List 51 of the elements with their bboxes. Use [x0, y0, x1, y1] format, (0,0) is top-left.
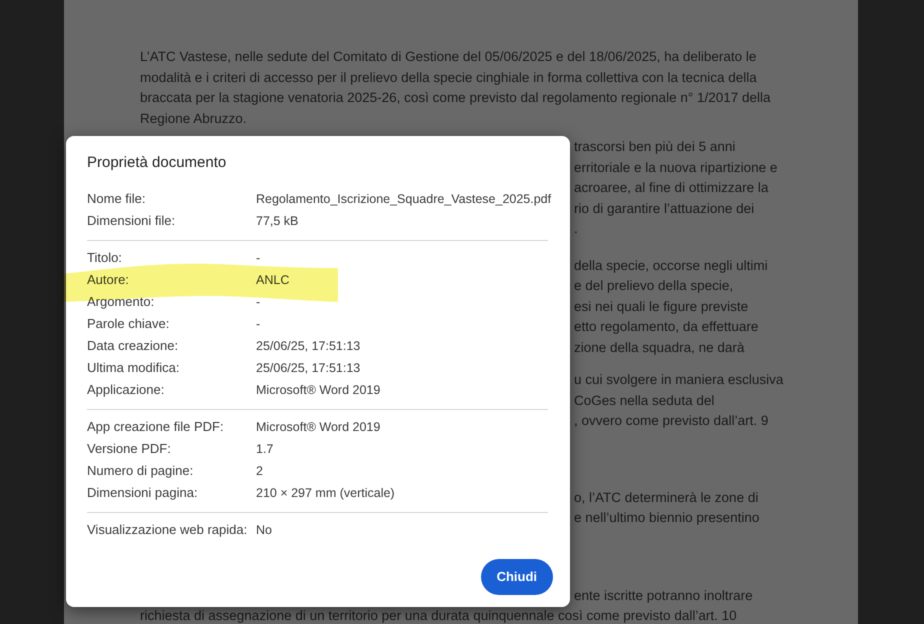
- property-label: Versione PDF:: [87, 440, 172, 458]
- document-text-line: acroaree, al fine di ottimizzare la: [574, 180, 768, 195]
- property-value: 25/06/25, 17:51:13: [256, 360, 360, 377]
- document-text-line: erritoriale e la nuova ripartizione e: [574, 160, 778, 174]
- document-text-line: .: [574, 221, 578, 236]
- document-text-line: L’ATC Vastese, nelle sedute del Comitato di Gestione del 05/06/2025 e del 18/06/2025, ha deliberato le: [140, 49, 756, 64]
- property-label: Argomento:: [87, 293, 156, 312]
- property-label: Ultima modifica:: [87, 359, 180, 378]
- property-value: 210 × 297 mm (verticale): [256, 484, 395, 502]
- property-label: Applicazione:: [87, 381, 166, 400]
- document-text-line: Regione Abruzzo.: [140, 110, 247, 126]
- property-label: Titolo:: [87, 249, 123, 268]
- document-text-line: o, l’ATC determinerà le zone di: [574, 490, 758, 504]
- property-label: App creazione file PDF:: [87, 418, 225, 436]
- close-button[interactable]: Chiudi: [480, 559, 553, 595]
- document-text-line: richiesta di assegnazione di un territorio per una durata quinquennale così come previsto dall’art. 10: [140, 608, 737, 623]
- property-value: 2: [256, 462, 263, 480]
- document-text-line: zione della squadra, ne darà: [574, 340, 744, 354]
- property-value: Regolamento_Iscrizione_Squadre_Vastese_2025.pdf: [256, 190, 552, 208]
- document-text-line: , ovvero come previsto dall’art. 9: [574, 413, 768, 428]
- document-text-line: della specie, occorse negli ultimi: [574, 258, 768, 272]
- document-text-line: rio di garantire l’attuazione dei: [574, 200, 754, 216]
- document-text-line: etto regolamento, da effettuare: [574, 319, 758, 334]
- document-text-line: CoGes nella seduta del: [574, 392, 714, 408]
- property-label: Data creazione:: [87, 337, 180, 356]
- property-label: Autore:: [87, 271, 130, 290]
- document-text-line: ente iscritte potranno inoltrare: [574, 588, 753, 602]
- property-value: ANLC: [256, 272, 290, 289]
- property-value: 25/06/25, 17:51:13: [256, 338, 360, 355]
- property-value: 77,5 kB: [256, 212, 298, 230]
- property-value: Microsoft® Word 2019: [256, 382, 380, 399]
- property-label: Visualizzazione web rapida:: [87, 521, 248, 540]
- property-label: Numero di pagine:: [87, 462, 194, 480]
- property-label: Dimensioni pagina:: [87, 484, 199, 502]
- property-value: Microsoft® Word 2019: [256, 418, 380, 436]
- dialog-title: Proprietà documento: [87, 153, 228, 173]
- document-text-line: u cui svolgere in maniera esclusiva: [574, 372, 784, 387]
- property-label: Dimensioni file:: [87, 212, 176, 230]
- document-text-line: trascorsi ben più dei 5 anni: [574, 139, 736, 154]
- property-label: Nome file:: [87, 190, 147, 208]
- property-value: -: [256, 316, 260, 333]
- document-text-line: e del prelievo della specie,: [574, 278, 734, 293]
- property-label: Parole chiave:: [87, 315, 170, 334]
- document-text-line: esi nei quali le figure previste: [574, 298, 748, 314]
- property-value: 1.7: [256, 440, 274, 458]
- document-text-line: modalità e i criteri di accesso per il prelievo della specie cinghiale in forma collettiva con la tecnica della: [140, 70, 757, 84]
- document-text-line: e nell’ultimo biennio presentino: [574, 510, 760, 525]
- document-text-line: braccata per la stagione venatoria 2025-26, così come previsto dal regolamento regionale n° 1/2017 della: [140, 90, 771, 105]
- property-value: -: [256, 294, 260, 311]
- property-value: -: [256, 250, 260, 267]
- property-value: No: [256, 522, 272, 539]
